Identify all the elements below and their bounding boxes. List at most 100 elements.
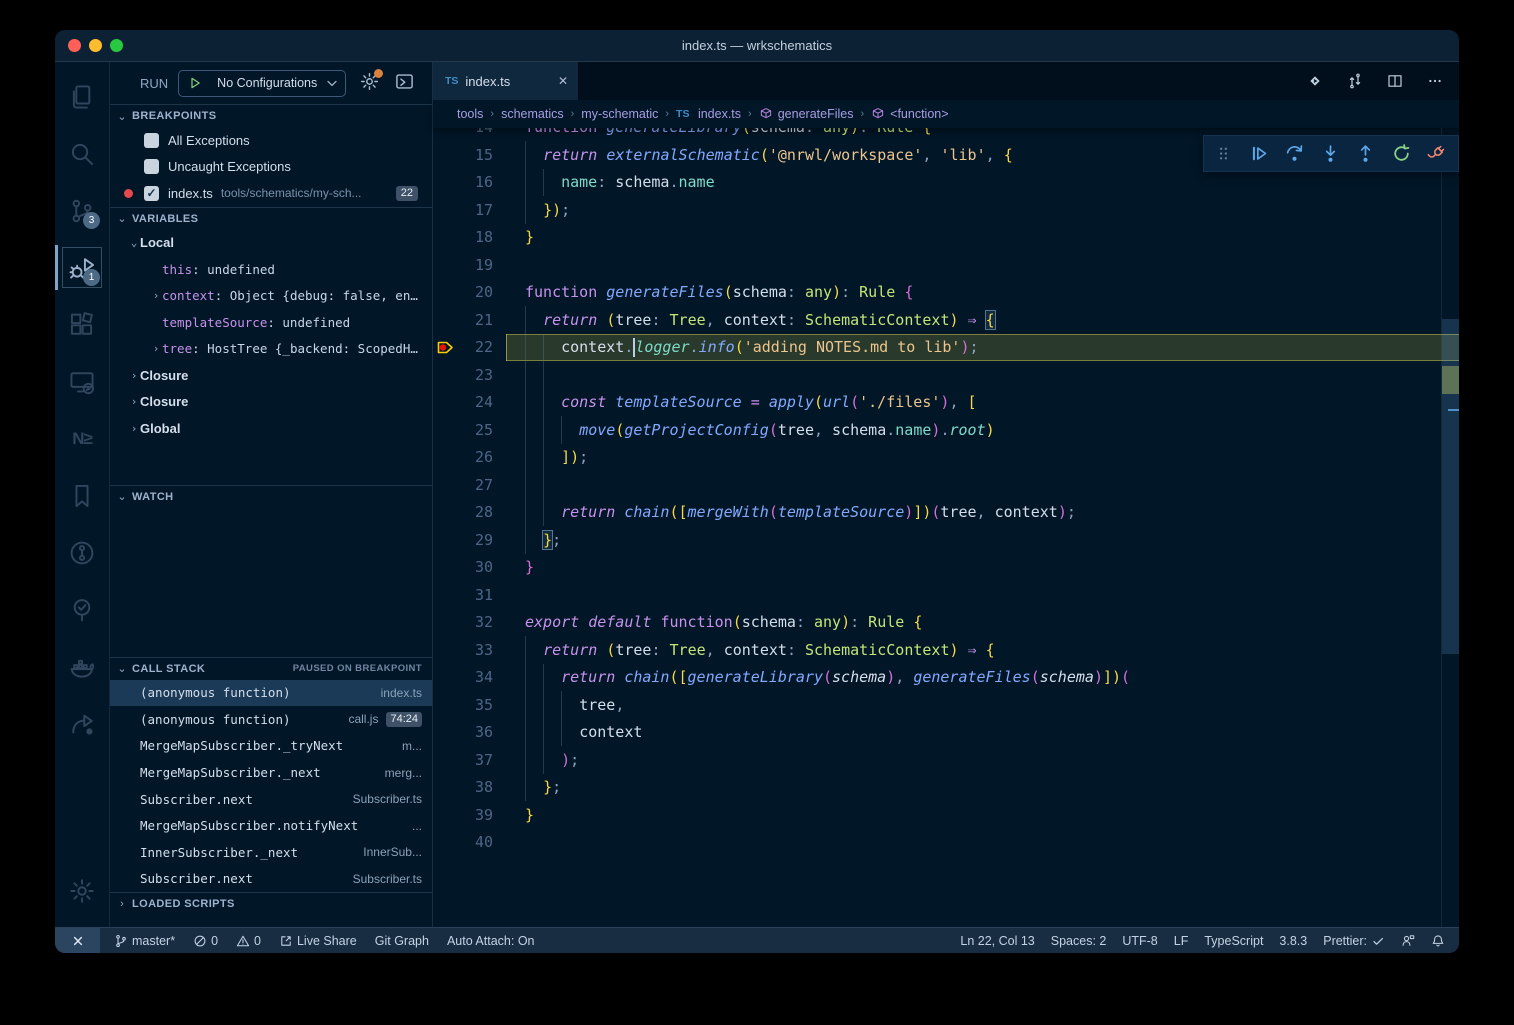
code-line-36[interactable]: 36context	[433, 719, 1459, 747]
status-prettier[interactable]: Prettier:	[1323, 934, 1385, 948]
call-stack-frame[interactable]: MergeMapSubscriber._nextmerg...	[110, 759, 432, 786]
breakpoint-gutter[interactable]	[433, 224, 459, 252]
call-stack-frame[interactable]: MergeMapSubscriber._tryNextm...	[110, 733, 432, 760]
variable-row[interactable]: ›Closure	[110, 362, 432, 389]
breakpoint-gutter[interactable]	[433, 334, 459, 362]
activity-bookmarks[interactable]	[58, 467, 106, 524]
checkbox[interactable]	[144, 159, 159, 174]
code-line-21[interactable]: 21return (tree: Tree, context: Schematic…	[433, 306, 1459, 334]
open-changes-icon[interactable]	[1347, 73, 1363, 89]
code-line-37[interactable]: 37);	[433, 746, 1459, 774]
variable-row[interactable]: templateSource: undefined	[110, 309, 432, 336]
step-into-button[interactable]	[1321, 144, 1340, 163]
paused-breakpoint-icon[interactable]	[437, 340, 455, 355]
checkbox[interactable]	[144, 133, 159, 148]
drag-handle-button[interactable]	[1214, 144, 1233, 163]
activity-nx-console[interactable]: N≥	[58, 410, 106, 467]
breakpoint-gutter[interactable]	[433, 196, 459, 224]
debug-console-button[interactable]	[395, 72, 414, 94]
run-or-debug-icon[interactable]	[1307, 73, 1323, 89]
breakpoint-gutter[interactable]	[433, 444, 459, 472]
breakpoint-gutter[interactable]	[433, 609, 459, 637]
breakpoints-header[interactable]: ⌄ BREAKPOINTS	[110, 105, 432, 127]
status-errors[interactable]: 0	[193, 934, 218, 948]
breakpoint-gutter[interactable]	[433, 829, 459, 857]
breakpoint-gutter[interactable]	[433, 251, 459, 279]
breakpoint-gutter[interactable]	[433, 801, 459, 829]
code-line-31[interactable]: 31	[433, 581, 1459, 609]
code-line-29[interactable]: 29};	[433, 526, 1459, 554]
variable-row[interactable]: ⌄Local	[110, 230, 432, 257]
status-feedback[interactable]	[1401, 934, 1415, 948]
activity-settings[interactable]	[58, 862, 106, 919]
code-line-20[interactable]: 20function generateFiles(schema: any): R…	[433, 279, 1459, 307]
activity-test-explorer[interactable]	[58, 581, 106, 638]
code-line-26[interactable]: 26]);	[433, 444, 1459, 472]
variables-header[interactable]: ⌄ VARIABLES	[110, 208, 432, 230]
variable-row[interactable]: this: undefined	[110, 256, 432, 283]
code-line-28[interactable]: 28return chain([mergeWith(templateSource…	[433, 499, 1459, 527]
status-ts-version[interactable]: 3.8.3	[1279, 934, 1307, 948]
code-line-24[interactable]: 24const templateSource = apply(url('./fi…	[433, 389, 1459, 417]
step-over-button[interactable]	[1285, 144, 1304, 163]
code-line-30[interactable]: 30}	[433, 554, 1459, 582]
activity-docker[interactable]	[58, 638, 106, 695]
code-line-35[interactable]: 35tree,	[433, 691, 1459, 719]
split-editor-icon[interactable]	[1387, 73, 1403, 89]
breakpoint-gutter[interactable]	[433, 361, 459, 389]
disconnect-button[interactable]	[1427, 144, 1446, 163]
breakpoint-gutter[interactable]	[433, 416, 459, 444]
breakpoint-gutter[interactable]	[433, 306, 459, 334]
breakpoint-gutter[interactable]	[433, 279, 459, 307]
breakpoint-gutter[interactable]	[433, 141, 459, 169]
loaded-scripts-header[interactable]: › LOADED SCRIPTS	[110, 893, 432, 915]
call-stack-frame[interactable]: (anonymous function)call.js74:24	[110, 706, 432, 733]
status-auto-attach[interactable]: Auto Attach: On	[447, 934, 535, 948]
code-line-38[interactable]: 38};	[433, 774, 1459, 802]
breakpoint-gutter[interactable]	[433, 719, 459, 747]
activity-git-history[interactable]	[58, 524, 106, 581]
code-line-39[interactable]: 39}	[433, 801, 1459, 829]
code-line-27[interactable]: 27	[433, 471, 1459, 499]
breadcrumb-item[interactable]: <function>	[871, 107, 948, 121]
call-stack-header[interactable]: ⌄ CALL STACK PAUSED ON BREAKPOINT	[110, 658, 432, 680]
breakpoint-gutter[interactable]	[433, 691, 459, 719]
status-live-share[interactable]: Live Share	[279, 934, 357, 948]
breakpoint-row[interactable]: All Exceptions	[110, 127, 432, 154]
code-line-18[interactable]: 18}	[433, 224, 1459, 252]
launch-configuration-dropdown[interactable]: No Configurations	[178, 70, 346, 97]
activity-explorer[interactable]	[58, 68, 106, 125]
variable-row[interactable]: ›context: Object {debug: false, en…	[110, 283, 432, 310]
call-stack-frame[interactable]: Subscriber.nextSubscriber.ts	[110, 866, 432, 893]
breakpoint-gutter[interactable]	[433, 499, 459, 527]
activity-remote-explorer[interactable]	[58, 353, 106, 410]
call-stack-frame[interactable]: (anonymous function)index.ts	[110, 680, 432, 707]
status-indentation[interactable]: Spaces: 2	[1051, 934, 1107, 948]
variable-row[interactable]: ›Closure	[110, 389, 432, 416]
breakpoint-row[interactable]: Uncaught Exceptions	[110, 154, 432, 181]
status-git-graph[interactable]: Git Graph	[375, 934, 429, 948]
activity-run-and-debug[interactable]: 1	[58, 239, 106, 296]
code-editor[interactable]: 14function generateLibrary(schema: any):…	[433, 114, 1459, 928]
breakpoint-gutter[interactable]	[433, 526, 459, 554]
variable-row[interactable]: ›Global	[110, 415, 432, 442]
call-stack-frame[interactable]: MergeMapSubscriber.notifyNext...	[110, 812, 432, 839]
status-encoding[interactable]: UTF-8	[1122, 934, 1157, 948]
code-line-25[interactable]: 25move(getProjectConfig(tree, schema.nam…	[433, 416, 1459, 444]
breakpoint-gutter[interactable]	[433, 389, 459, 417]
status-language-mode[interactable]: TypeScript	[1204, 934, 1263, 948]
activity-search[interactable]	[58, 125, 106, 182]
activity-extensions[interactable]	[58, 296, 106, 353]
breakpoint-gutter[interactable]	[433, 581, 459, 609]
status-git-branch[interactable]: master*	[114, 934, 175, 948]
breakpoint-row[interactable]: ✓index.tstools/schematics/my-sch...22	[110, 180, 432, 207]
breakpoint-gutter[interactable]	[433, 471, 459, 499]
status-cursor-position[interactable]: Ln 22, Col 13	[960, 934, 1034, 948]
variable-row[interactable]: ›tree: HostTree {_backend: ScopedH…	[110, 336, 432, 363]
code-line-33[interactable]: 33return (tree: Tree, context: Schematic…	[433, 636, 1459, 664]
code-line-17[interactable]: 17});	[433, 196, 1459, 224]
status-eol[interactable]: LF	[1174, 934, 1189, 948]
breakpoint-gutter[interactable]	[433, 774, 459, 802]
status-remote-indicator[interactable]	[55, 928, 100, 953]
breadcrumb-item[interactable]: generateFiles	[759, 107, 854, 121]
